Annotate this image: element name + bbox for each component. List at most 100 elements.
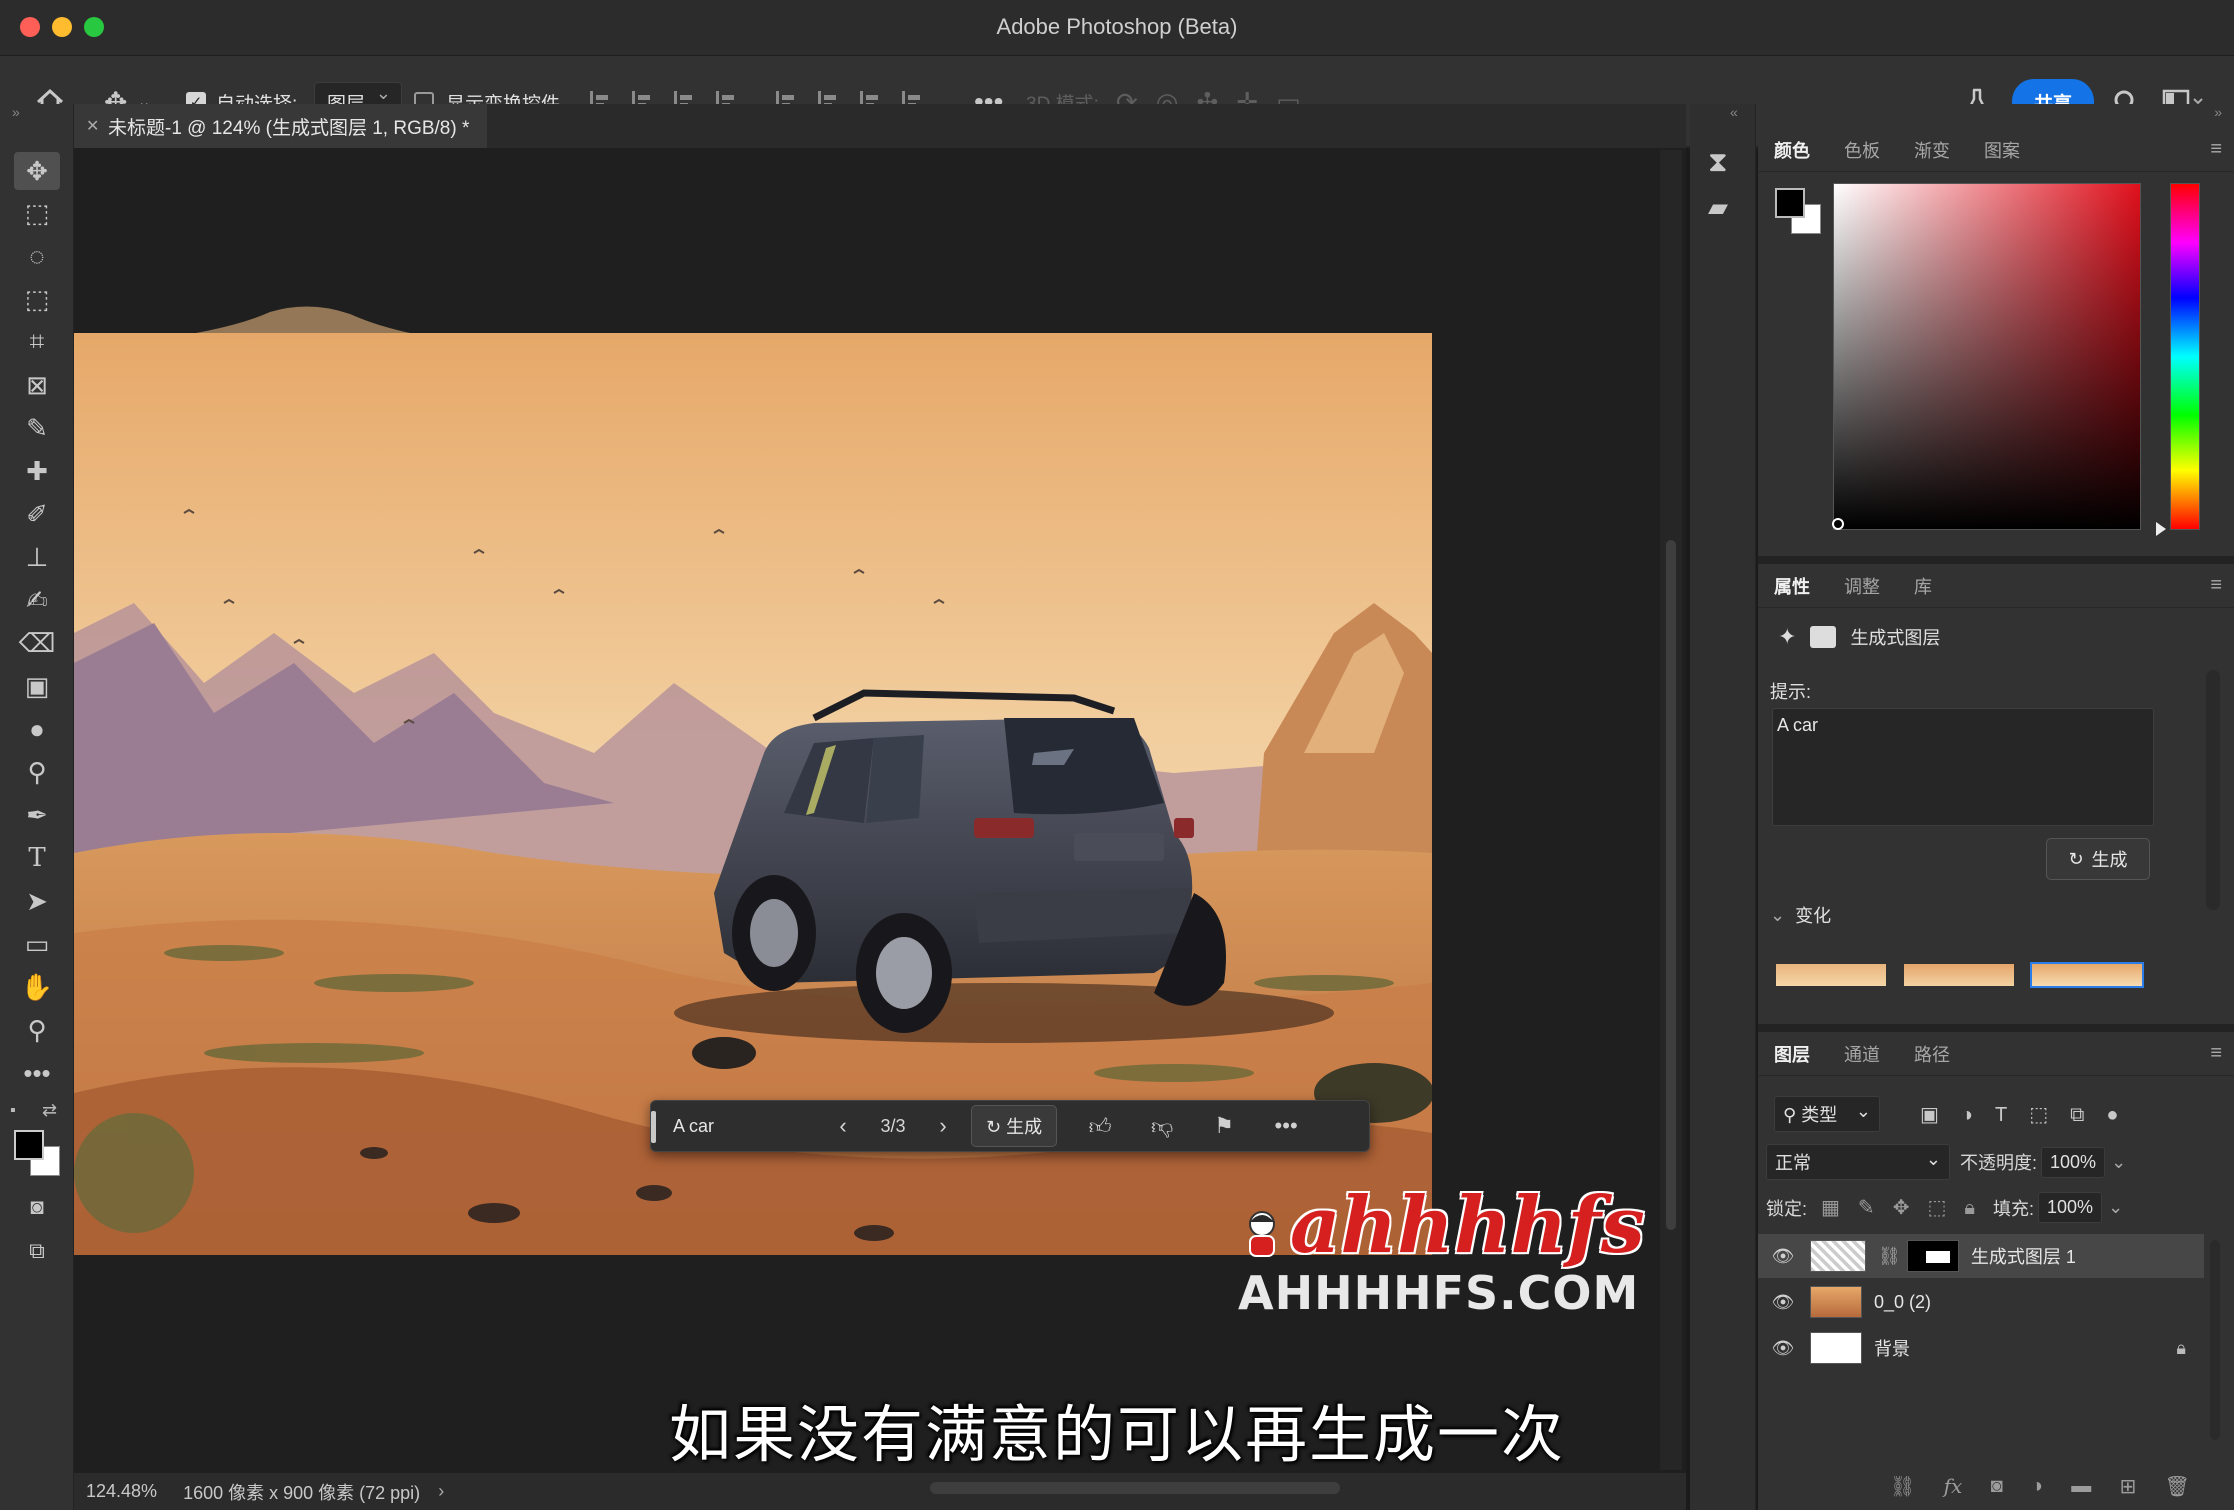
- type-tool-icon[interactable]: T: [14, 839, 60, 877]
- default-colors-icon[interactable]: ▪: [10, 1102, 16, 1120]
- new-group-icon[interactable]: ▬: [2071, 1475, 2091, 1498]
- clone-stamp-tool-icon[interactable]: ⊥: [14, 538, 60, 576]
- previous-variation-button[interactable]: ‹: [823, 1113, 863, 1139]
- tab-color[interactable]: 颜色: [1774, 137, 1810, 163]
- opacity-chevron-icon[interactable]: ⌄: [2111, 1152, 2126, 1173]
- status-chevron-icon[interactable]: ›: [438, 1481, 444, 1502]
- document-tab[interactable]: ✕ 未标题-1 @ 124% (生成式图层 1, RGB/8) *: [74, 104, 488, 148]
- vertical-scroll-thumb[interactable]: [1666, 540, 1676, 1230]
- history-panel-icon[interactable]: ⧗: [1708, 146, 1728, 179]
- dodge-tool-icon[interactable]: ⚲: [14, 753, 60, 791]
- new-layer-icon[interactable]: ⊞: [2120, 1474, 2137, 1499]
- object-selection-tool-icon[interactable]: ⬚: [14, 280, 60, 318]
- filter-toggle-icon[interactable]: ●: [2106, 1104, 2140, 1126]
- hue-slider[interactable]: [2170, 183, 2200, 530]
- visibility-eye-icon[interactable]: 👁︎: [1764, 1338, 1802, 1359]
- fill-input[interactable]: 100%: [2038, 1192, 2103, 1223]
- tab-libraries[interactable]: 库: [1914, 573, 1932, 599]
- properties-generate-button[interactable]: ↻ 生成: [2046, 838, 2150, 880]
- adjustment-filter-icon[interactable]: ◑: [1961, 1104, 1995, 1126]
- pixel-filter-icon[interactable]: ▣: [1920, 1104, 1961, 1126]
- panel-foreground-swatch[interactable]: [1775, 188, 1805, 218]
- lock-transparent-icon[interactable]: ▦: [1821, 1197, 1858, 1219]
- history-brush-tool-icon[interactable]: ✍: [14, 581, 60, 619]
- brush-tool-icon[interactable]: ✐: [14, 495, 60, 533]
- color-picker-field[interactable]: [1833, 183, 2141, 530]
- collapse-dock-icon[interactable]: «: [1730, 104, 1738, 120]
- eraser-tool-icon[interactable]: ⌫: [14, 624, 60, 662]
- variations-section-header[interactable]: ⌄ 变化: [1770, 902, 1831, 928]
- fill-chevron-icon[interactable]: ⌄: [2108, 1197, 2123, 1218]
- lock-icon[interactable]: 🔒︎: [2176, 1338, 2186, 1359]
- tab-gradients[interactable]: 渐变: [1914, 137, 1950, 163]
- properties-scrollbar[interactable]: [2206, 670, 2220, 910]
- lock-pixels-icon[interactable]: ✎: [1858, 1197, 1893, 1219]
- layer-row-0-0[interactable]: 👁︎ 0_0 (2): [1758, 1280, 2204, 1324]
- properties-panel-menu-icon[interactable]: ≡: [2210, 574, 2222, 597]
- variation-thumbnail-1[interactable]: [1774, 962, 1888, 988]
- foreground-color-swatch[interactable]: [14, 1130, 44, 1160]
- thumbs-up-icon[interactable]: 👍︎: [1069, 1113, 1131, 1140]
- eyedropper-tool-icon[interactable]: ✎: [14, 409, 60, 447]
- edit-toolbar-icon[interactable]: •••: [14, 1054, 60, 1092]
- path-selection-tool-icon[interactable]: ➤: [14, 882, 60, 920]
- layers-panel-menu-icon[interactable]: ≡: [2210, 1042, 2222, 1065]
- tab-patterns[interactable]: 图案: [1984, 137, 2020, 163]
- adjustment-layer-icon[interactable]: ◑: [2031, 1475, 2043, 1498]
- collapse-toolbar-icon[interactable]: »: [12, 104, 20, 120]
- variation-thumbnail-2[interactable]: [1902, 962, 2016, 988]
- task-bar-drag-handle[interactable]: [651, 1111, 656, 1143]
- visibility-eye-icon[interactable]: 👁︎: [1764, 1246, 1802, 1267]
- comments-panel-icon[interactable]: ▰: [1708, 192, 1728, 223]
- blur-tool-icon[interactable]: ●: [14, 710, 60, 748]
- tab-paths[interactable]: 路径: [1914, 1041, 1950, 1067]
- flag-icon[interactable]: ⚑: [1193, 1113, 1255, 1139]
- gradient-tool-icon[interactable]: ▣: [14, 667, 60, 705]
- next-variation-button[interactable]: ›: [923, 1113, 963, 1139]
- hand-tool-icon[interactable]: ✋: [14, 968, 60, 1006]
- zoom-level[interactable]: 124.48%: [86, 1481, 157, 1502]
- more-actions-icon[interactable]: •••: [1255, 1113, 1317, 1139]
- opacity-input[interactable]: 100%: [2041, 1146, 2106, 1178]
- crop-tool-icon[interactable]: ⌗: [14, 323, 60, 361]
- quick-mask-icon[interactable]: ◙: [14, 1188, 60, 1226]
- tab-adjustments[interactable]: 调整: [1844, 573, 1880, 599]
- thumbs-down-icon[interactable]: 👎︎: [1131, 1113, 1193, 1140]
- layer-filter-dropdown[interactable]: ⚲ 类型 ⌄: [1774, 1096, 1880, 1132]
- lock-artboard-icon[interactable]: ⬚: [1927, 1197, 1964, 1219]
- screen-mode-icon[interactable]: ⧉: [14, 1232, 60, 1270]
- add-mask-icon[interactable]: ◙: [1991, 1475, 2003, 1498]
- healing-brush-tool-icon[interactable]: ✚: [14, 452, 60, 490]
- contextual-generate-button[interactable]: ↻ 生成: [971, 1105, 1058, 1147]
- horizontal-scroll-thumb[interactable]: [930, 1482, 1340, 1494]
- pen-tool-icon[interactable]: ✒: [14, 796, 60, 834]
- delete-layer-icon[interactable]: 🗑︎: [2165, 1474, 2190, 1499]
- contextual-prompt-text[interactable]: A car: [673, 1116, 823, 1137]
- layer-effects-icon[interactable]: fx: [1944, 1474, 1963, 1498]
- type-filter-icon[interactable]: T: [1995, 1104, 2029, 1126]
- smart-object-filter-icon[interactable]: ⧉: [2070, 1104, 2106, 1126]
- layer-mask-thumbnail[interactable]: [1906, 1240, 1959, 1272]
- swap-colors-icon[interactable]: ⇄: [42, 1100, 57, 1121]
- hue-slider-handle[interactable]: [2156, 522, 2166, 536]
- link-icon[interactable]: ⛓: [1878, 1246, 1901, 1267]
- variation-thumbnail-3[interactable]: [2030, 962, 2144, 988]
- tab-layers[interactable]: 图层: [1774, 1041, 1810, 1067]
- layer-row-background[interactable]: 👁︎ 背景 🔒︎: [1758, 1326, 2204, 1370]
- rectangle-tool-icon[interactable]: ▭: [14, 925, 60, 963]
- tab-properties[interactable]: 属性: [1774, 573, 1810, 599]
- layer-row-generative[interactable]: 👁︎ ⛓ 生成式图层 1: [1758, 1234, 2204, 1278]
- collapse-panels-icon[interactable]: »: [2214, 104, 2222, 120]
- lock-all-icon[interactable]: 🔒︎: [1964, 1197, 1993, 1219]
- lasso-tool-icon[interactable]: ◌: [14, 237, 60, 275]
- shape-filter-icon[interactable]: ⬚: [2029, 1104, 2070, 1126]
- color-panel-menu-icon[interactable]: ≡: [2210, 138, 2222, 161]
- color-picker-cursor[interactable]: [1832, 518, 1844, 530]
- move-tool-icon[interactable]: ✥: [14, 152, 60, 190]
- frame-tool-icon[interactable]: ⊠: [14, 366, 60, 404]
- lock-position-icon[interactable]: ✥: [1893, 1197, 1928, 1219]
- vertical-scrollbar[interactable]: [1660, 150, 1682, 1470]
- tab-channels[interactable]: 通道: [1844, 1041, 1880, 1067]
- blend-mode-dropdown[interactable]: 正常 ⌄: [1766, 1144, 1950, 1180]
- close-tab-icon[interactable]: ✕: [86, 116, 99, 136]
